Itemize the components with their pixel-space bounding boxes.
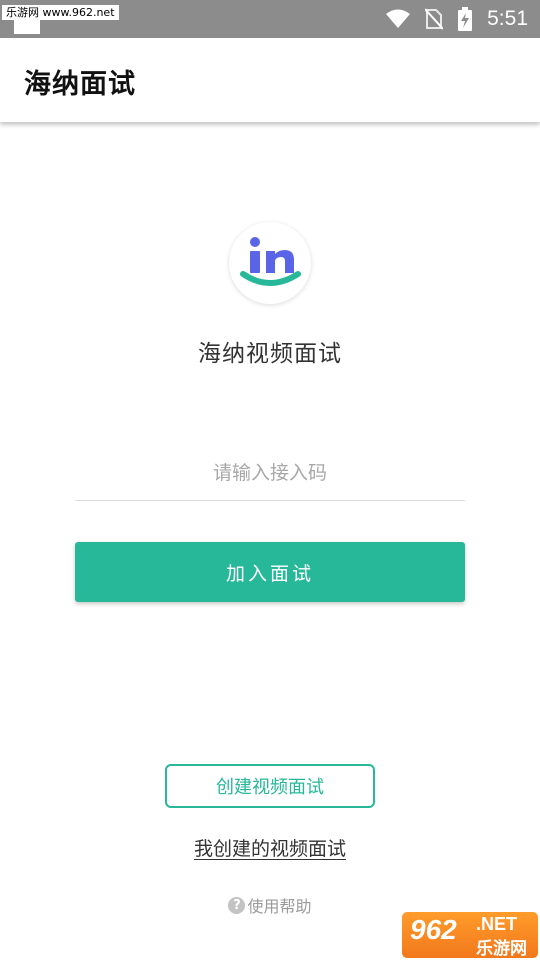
help-label: 使用帮助 [247, 897, 312, 916]
wifi-icon [386, 9, 411, 28]
watermark-number: 962 [410, 914, 457, 945]
in-logo-icon [240, 237, 301, 286]
status-bar: 乐游网 www.962.net 5:51 [0, 0, 540, 38]
watermark-site-name: 乐游网 [476, 939, 527, 959]
app-logo [229, 222, 311, 304]
access-code-input[interactable] [75, 446, 465, 501]
watermark-box [14, 20, 40, 34]
watermark-text: 乐游网 www.962.net [2, 5, 119, 20]
my-created-interviews-link[interactable]: 我创建的视频面试 [194, 838, 346, 860]
create-video-interview-button[interactable]: 创建视频面试 [165, 764, 375, 808]
watermark-logo: 962 .NET 乐游网 [402, 912, 538, 959]
my-created-interviews-link-wrap: 我创建的视频面试 [0, 834, 540, 861]
brand-name: 海纳视频面试 [198, 341, 342, 367]
page-title: 海纳面试 [24, 69, 136, 100]
join-interview-button[interactable]: 加入面试 [75, 542, 465, 602]
help-icon: ? [228, 896, 246, 914]
no-sim-icon [425, 8, 444, 30]
watermark-domain: .NET [476, 914, 518, 934]
status-time: 5:51 [487, 7, 528, 30]
app-bar: 海纳面试 [0, 38, 540, 122]
status-icons: 5:51 [385, 0, 528, 38]
battery-charging-icon [458, 7, 473, 31]
